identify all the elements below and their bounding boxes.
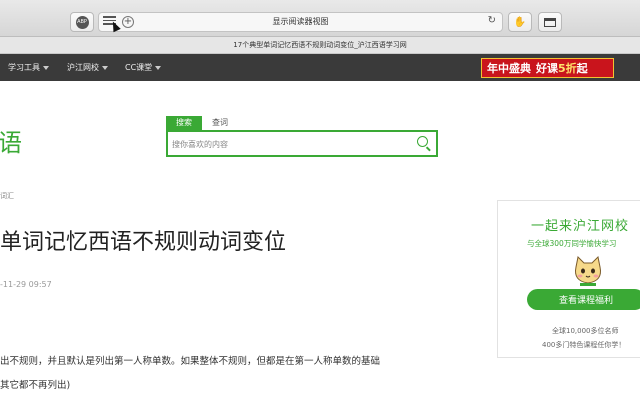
adblock-button[interactable]: ABP <box>70 12 94 32</box>
chevron-down-icon <box>43 65 49 70</box>
promo-main-text: 年中盛典 <box>487 62 531 75</box>
reload-icon[interactable]: ↻ <box>488 15 496 26</box>
article-paragraph: 出不规则，并且默认是列出第一人称单数。如果整体不规则，但都是在第一人称单数的基础 <box>0 356 381 367</box>
search-icon[interactable] <box>417 136 428 147</box>
promo-card: 一起来沪江网校 与全球300万同学愉快学习 查看课程福利 全球10,000多位名… <box>497 200 640 358</box>
card-slogan: 一起来沪江网校 <box>531 219 630 234</box>
article-title: 单词记忆西语不规则动词变位 <box>0 230 287 255</box>
article-date: -11-29 09:57 <box>0 280 52 289</box>
promo-sub-text: 好课5折起 <box>536 62 588 75</box>
article-paragraph: 其它都不再列出) <box>0 380 71 391</box>
view-course-benefits-button[interactable]: 查看课程福利 <box>527 289 640 310</box>
tab-search[interactable]: 搜索 <box>166 116 202 130</box>
nav-item-label: 学习工具 <box>8 63 40 72</box>
site-logo[interactable]: 语 <box>0 123 22 158</box>
search-box <box>166 130 438 157</box>
tab-title[interactable]: 17个典型单词记忆西语不规则动词变位_沪江西语学习网 <box>0 37 640 54</box>
nav-item-label: 沪江网校 <box>67 63 99 72</box>
chevron-down-icon <box>102 65 108 70</box>
chevron-down-icon <box>155 65 162 70</box>
nav-item-school[interactable]: 沪江网校 <box>67 54 108 81</box>
nav-item-cc[interactable]: CC课堂 <box>125 54 162 81</box>
nav-item-tools[interactable]: 学习工具 <box>8 54 49 81</box>
search-input[interactable] <box>172 136 402 152</box>
card-info-line: 全球10,000多位名师 <box>552 327 619 335</box>
browser-window: ABP + 显示阅读器视图 ↻ ✋ 17个典型单词记忆西语不规则动词变位_沪江西… <box>0 0 640 400</box>
address-text: 显示阅读器视图 <box>272 17 329 26</box>
nav-item-label: CC课堂 <box>125 63 153 72</box>
tab-dictionary[interactable]: 查词 <box>203 116 237 130</box>
tabs-overview-button[interactable] <box>538 12 562 32</box>
promo-banner[interactable]: 年中盛典 好课5折起 <box>481 58 614 78</box>
share-icon: ✋ <box>513 16 527 28</box>
cat-mascot-icon <box>575 255 601 286</box>
adblock-icon: ABP <box>75 15 89 29</box>
tabs-icon <box>544 17 556 27</box>
card-subline: 与全球300万同学愉快学习 <box>527 239 617 248</box>
address-bar[interactable]: + 显示阅读器视图 ↻ <box>98 12 503 32</box>
card-info-line: 400多门特色课程任你学！ <box>542 341 626 349</box>
breadcrumb[interactable]: 词汇 <box>0 191 14 201</box>
browser-toolbar: ABP + 显示阅读器视图 ↻ ✋ <box>0 0 640 37</box>
share-button[interactable]: ✋ <box>508 12 532 32</box>
